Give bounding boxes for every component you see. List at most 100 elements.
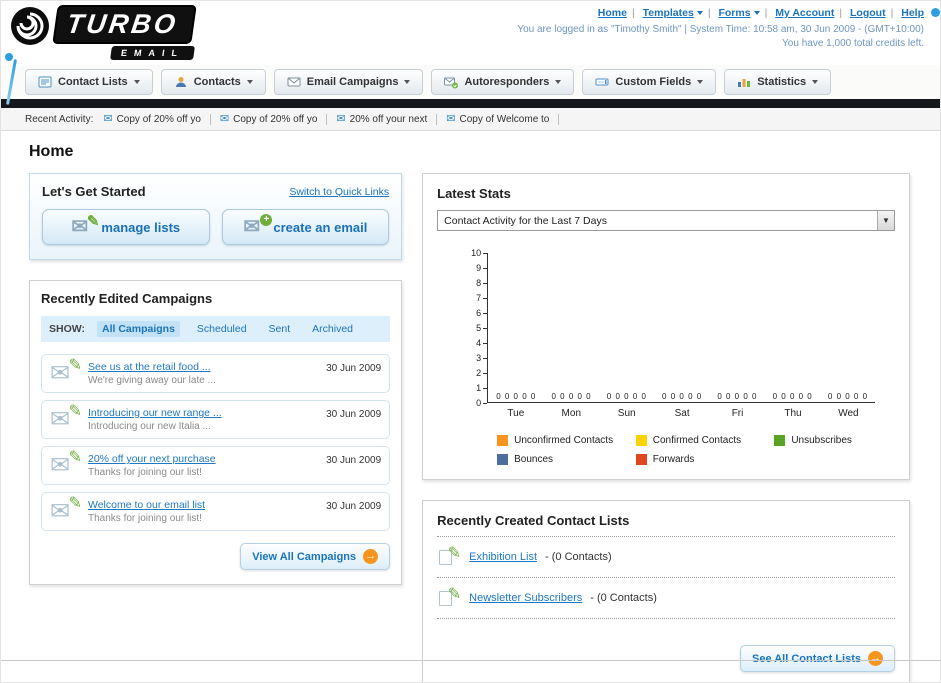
recent-activity-item[interactable]: ✉ 20% off your next bbox=[336, 113, 438, 125]
campaign-row[interactable]: ✉ ✎ Welcome to our email list Thanks for… bbox=[41, 492, 391, 531]
y-tick-label: 1 bbox=[476, 383, 482, 393]
tab-statistics[interactable]: Statistics bbox=[724, 69, 832, 95]
legend-label: Forwards bbox=[652, 454, 695, 465]
contact-lists-icon bbox=[38, 75, 52, 89]
campaigns-filter-bar: SHOW: All Campaigns Scheduled Sent Archi… bbox=[41, 316, 391, 342]
arrow-glyph: → bbox=[365, 550, 377, 562]
campaign-title-link[interactable]: See us at the retail food ... bbox=[88, 361, 311, 373]
tab-contacts[interactable]: Contacts bbox=[160, 69, 266, 95]
nav-link-label: Help bbox=[901, 7, 924, 19]
arrow-right-icon: → bbox=[363, 549, 379, 564]
chevron-down-icon bbox=[696, 11, 703, 16]
nav-link-logout[interactable]: Logout bbox=[850, 7, 886, 19]
chart-group-values: 0 0 0 0 0 bbox=[772, 392, 812, 401]
nav-link-home[interactable]: Home bbox=[598, 7, 627, 19]
create-email-button[interactable]: ✉ + create an email bbox=[221, 209, 390, 245]
view-all-campaigns-label: View All Campaigns bbox=[252, 550, 357, 563]
tab-contact-lists[interactable]: Contact Lists bbox=[25, 69, 153, 95]
switch-quick-links-link[interactable]: Switch to Quick Links bbox=[289, 186, 389, 198]
logo-swirl-icon bbox=[11, 7, 49, 45]
campaign-title-link[interactable]: Introducing our new range ... bbox=[88, 407, 311, 419]
chevron-down-icon: ▼ bbox=[877, 211, 894, 230]
legend-label: Confirmed Contacts bbox=[652, 435, 742, 446]
see-all-contact-lists-button[interactable]: See All Contact Lists → bbox=[739, 645, 895, 672]
campaign-envelope-icon: ✉ ✎ bbox=[50, 403, 82, 432]
tab-custom-fields[interactable]: Custom Fields bbox=[582, 69, 717, 95]
legend-label: Unsubscribes bbox=[791, 435, 852, 446]
activity-item-label: 20% off your next bbox=[349, 113, 428, 125]
y-tick-label: 5 bbox=[476, 323, 482, 333]
campaign-envelope-icon: ✉ ✎ bbox=[50, 449, 82, 478]
legend-label: Unconfirmed Contacts bbox=[514, 435, 614, 446]
filter-all-campaigns[interactable]: All Campaigns bbox=[96, 321, 180, 337]
tab-label: Email Campaigns bbox=[306, 76, 399, 88]
filter-sent[interactable]: Sent bbox=[264, 321, 296, 337]
contact-list-row[interactable]: ✎ Exhibition List - (0 Contacts) bbox=[437, 537, 895, 578]
filter-scheduled[interactable]: Scheduled bbox=[192, 321, 252, 337]
stats-period-select[interactable]: Contact Activity for the Last 7 Days ▼ bbox=[437, 210, 895, 231]
login-info: You are logged in as "Timothy Smith" | S… bbox=[517, 24, 924, 35]
campaigns-panel-title: Recently Edited Campaigns bbox=[41, 291, 213, 306]
envelope-glyph: ✉ bbox=[71, 216, 89, 238]
recent-activity-item[interactable]: ✉ Copy of 20% off yo bbox=[220, 113, 328, 125]
right-column: Latest Stats Contact Activity for the La… bbox=[422, 173, 910, 682]
y-tick-label: 10 bbox=[471, 248, 482, 258]
turbo-email-logo[interactable]: TURBO EMAIL bbox=[9, 5, 197, 60]
campaign-title-link[interactable]: 20% off your next purchase bbox=[88, 453, 311, 465]
x-axis-label: Mon bbox=[561, 408, 581, 419]
recent-activity-label: Recent Activity: bbox=[25, 113, 94, 125]
campaign-date: 30 Jun 2009 bbox=[326, 501, 382, 512]
y-axis-tick: 8 bbox=[476, 278, 488, 288]
tab-autoresponders[interactable]: Autoresponders bbox=[431, 69, 575, 95]
chevron-down-icon bbox=[697, 80, 704, 84]
manage-lists-label: manage lists bbox=[101, 219, 181, 235]
show-label: SHOW: bbox=[49, 323, 85, 335]
activity-item-label: Copy of 20% off yo bbox=[233, 113, 318, 125]
campaign-row[interactable]: ✉ ✎ Introducing our new range ... Introd… bbox=[41, 400, 391, 439]
tab-label: Contacts bbox=[193, 76, 241, 88]
recent-activity-item[interactable]: ✉ Copy of Welcome to bbox=[446, 113, 560, 125]
main-nav-tabs: Contact Lists Contacts Email Campaigns A… bbox=[1, 65, 940, 99]
y-tick-label: 3 bbox=[476, 353, 482, 363]
nav-link-forms[interactable]: Forms bbox=[718, 7, 760, 19]
logo-subtitle: EMAIL bbox=[110, 46, 195, 60]
y-tick-label: 9 bbox=[476, 263, 482, 273]
nav-link-my-account[interactable]: My Account bbox=[775, 7, 834, 19]
tab-email-campaigns[interactable]: Email Campaigns bbox=[273, 69, 424, 95]
legend-item: Confirmed Contacts bbox=[635, 435, 775, 446]
manage-lists-button[interactable]: ✉ ✎ manage lists bbox=[42, 209, 210, 245]
nav-link-templates[interactable]: Templates bbox=[643, 7, 703, 19]
nav-link-help[interactable]: Help bbox=[901, 7, 924, 19]
contact-list-link[interactable]: Newsletter Subscribers bbox=[469, 592, 582, 604]
nav-divider-bar bbox=[1, 99, 940, 108]
chevron-down-icon bbox=[404, 80, 411, 84]
recently-created-contact-lists-panel: Recently Created Contact Lists ✎ Exhibit… bbox=[422, 500, 910, 682]
y-axis-tick: 6 bbox=[476, 308, 488, 318]
legend-swatch bbox=[497, 435, 509, 446]
recent-activity-item[interactable]: ✉ Copy of 20% off yo bbox=[103, 113, 211, 125]
separator: | bbox=[631, 7, 635, 19]
contact-list-row[interactable]: ✎ Newsletter Subscribers - (0 Contacts) bbox=[437, 578, 895, 619]
separator: | bbox=[890, 7, 894, 19]
campaign-row[interactable]: ✉ ✎ 20% off your next purchase Thanks fo… bbox=[41, 446, 391, 485]
x-axis-label: Tue bbox=[507, 408, 525, 419]
pencil-glyph: ✎ bbox=[86, 213, 100, 230]
custom-fields-icon bbox=[595, 75, 609, 89]
campaign-row[interactable]: ✉ ✎ See us at the retail food ... We're … bbox=[41, 354, 391, 393]
contact-lists-panel-title: Recently Created Contact Lists bbox=[437, 513, 895, 537]
x-axis-label: Thu bbox=[784, 408, 802, 419]
y-axis-tick: 9 bbox=[476, 263, 488, 273]
legend-label: Bounces bbox=[514, 454, 554, 465]
view-all-campaigns-button[interactable]: View All Campaigns → bbox=[240, 543, 391, 570]
campaign-subtitle: Introducing our new Italia ... bbox=[88, 421, 211, 432]
get-started-panel: Let's Get Started Switch to Quick Links … bbox=[29, 173, 403, 260]
contact-list-detail: - (0 Contacts) bbox=[545, 551, 612, 563]
filter-archived[interactable]: Archived bbox=[307, 321, 358, 337]
activity-item-label: Copy of Welcome to bbox=[459, 113, 550, 125]
campaign-title-link[interactable]: Welcome to our email list bbox=[88, 499, 311, 511]
latest-stats-panel: Latest Stats Contact Activity for the La… bbox=[422, 173, 910, 480]
contacts-icon bbox=[174, 75, 188, 89]
contact-list-link[interactable]: Exhibition List bbox=[469, 551, 537, 563]
chevron-down-icon bbox=[812, 80, 819, 84]
autoresponders-icon bbox=[444, 75, 459, 89]
